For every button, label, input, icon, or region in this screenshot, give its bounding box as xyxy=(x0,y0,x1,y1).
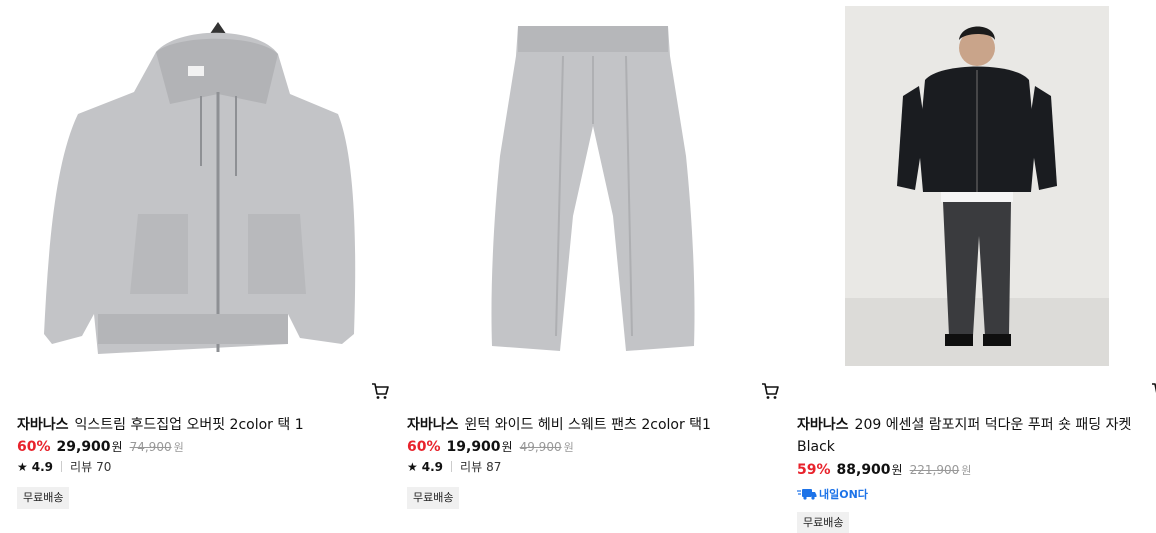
discount-rate: 60% xyxy=(17,439,51,455)
sale-price: 88,900 xyxy=(836,462,891,478)
brand-name: 자바나스 xyxy=(17,417,69,433)
product-name: 익스트림 후드집업 오버핏 2color 택 1 xyxy=(74,417,304,433)
currency-unit: 원 xyxy=(111,440,123,454)
price-row: 60% 29,900 원 74,900 원 xyxy=(17,438,184,455)
price-row: 59% 88,900 원 221,900 원 xyxy=(797,461,971,478)
product-image[interactable] xyxy=(797,0,1156,372)
currency-unit: 원 xyxy=(891,463,903,477)
free-shipping-tag: 무료배송 xyxy=(797,512,850,533)
star-icon: ★ xyxy=(407,459,418,474)
original-price: 221,900 xyxy=(909,463,960,477)
truck-icon xyxy=(797,489,817,500)
review-count: 87 xyxy=(486,459,502,474)
original-price: 49,900 xyxy=(519,440,562,454)
rating-value: 4.9 xyxy=(31,459,54,474)
original-price: 74,900 xyxy=(129,440,172,454)
divider xyxy=(61,461,63,472)
original-currency-unit: 원 xyxy=(961,464,972,477)
review-label: 리뷰 xyxy=(70,460,93,474)
discount-rate: 59% xyxy=(797,462,831,478)
product-image[interactable] xyxy=(17,0,389,372)
product-title[interactable]: 자바나스 윈턱 와이드 헤비 스웨트 팬츠 2color 택1 xyxy=(407,414,757,436)
rating-row: ★ 4.9 리뷰 87 xyxy=(407,458,501,475)
product-title[interactable]: 자바나스 익스트림 후드집업 오버핏 2color 택 1 xyxy=(17,414,367,436)
rating-row: ★ 4.9 리뷰 70 xyxy=(17,458,111,475)
discount-rate: 60% xyxy=(407,439,441,455)
badge-label: 내일ON다 xyxy=(819,488,868,501)
sale-price: 19,900 xyxy=(446,439,501,455)
star-icon: ★ xyxy=(17,459,28,474)
free-shipping-tag: 무료배송 xyxy=(407,487,460,509)
sale-price: 29,900 xyxy=(56,439,111,455)
product-card[interactable]: 자바나스 윈턱 와이드 헤비 스웨트 팬츠 2color 택1 60% 19,90… xyxy=(407,0,779,533)
free-shipping-tag: 무료배송 xyxy=(17,487,70,509)
review-count: 70 xyxy=(96,459,112,474)
cart-icon[interactable] xyxy=(761,382,779,400)
cart-icon[interactable] xyxy=(1151,382,1156,400)
review-label: 리뷰 xyxy=(460,460,483,474)
brand-name: 자바나스 xyxy=(407,417,459,433)
original-currency-unit: 원 xyxy=(173,441,184,454)
original-currency-unit: 원 xyxy=(563,441,574,454)
hoodie-image-icon xyxy=(44,21,356,354)
divider xyxy=(451,461,453,472)
tomorrow-delivery-badge: 내일ON다 xyxy=(797,486,868,502)
product-title[interactable]: 자바나스 209 에센셜 람포지퍼 덕다운 푸퍼 숏 패딩 자켓 Black xyxy=(797,414,1152,458)
padding-jacket-image-icon xyxy=(845,6,1109,366)
currency-unit: 원 xyxy=(501,440,513,454)
pants-image-icon xyxy=(491,26,695,351)
product-card[interactable]: 자바나스 익스트림 후드집업 오버핏 2color 택 1 60% 29,900 … xyxy=(17,0,389,533)
product-image[interactable] xyxy=(407,0,779,372)
product-card[interactable]: 자바나스 209 에센셜 람포지퍼 덕다운 푸퍼 숏 패딩 자켓 Black 59… xyxy=(797,0,1156,533)
brand-name: 자바나스 xyxy=(797,417,849,433)
cart-icon[interactable] xyxy=(371,382,389,400)
rating-value: 4.9 xyxy=(421,459,444,474)
price-row: 60% 19,900 원 49,900 원 xyxy=(407,438,574,455)
product-name: 윈턱 와이드 헤비 스웨트 팬츠 2color 택1 xyxy=(464,417,711,433)
